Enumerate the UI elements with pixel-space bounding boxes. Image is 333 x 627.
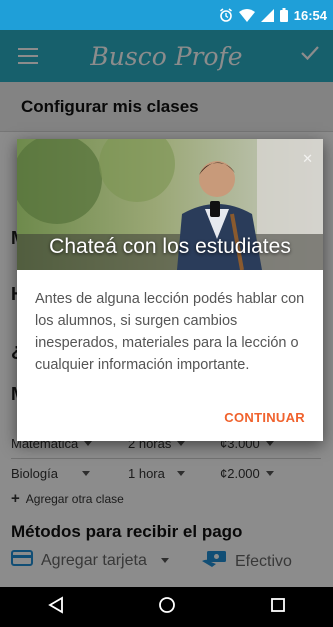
continue-button[interactable]: CONTINUAR [224, 410, 305, 425]
system-nav-bar [0, 587, 333, 627]
hero-image: ✕ Chateá con los estudiates [17, 139, 323, 270]
dialog-title: Chateá con los estudiates [49, 235, 291, 258]
status-bar: 16:54 [0, 0, 333, 30]
dialog-message: Antes de alguna lección podés hablar con… [35, 291, 305, 373]
onboarding-dialog: ✕ Chateá con los estudiates Antes de alg… [17, 139, 323, 441]
battery-icon [279, 8, 288, 22]
close-icon[interactable]: ✕ [302, 151, 313, 167]
recents-icon[interactable] [270, 597, 286, 618]
back-icon[interactable] [47, 595, 65, 619]
wifi-icon [238, 8, 255, 22]
alarm-icon [219, 8, 233, 22]
clock-time: 16:54 [293, 7, 327, 23]
signal-icon [260, 8, 274, 22]
home-icon[interactable] [158, 596, 176, 619]
